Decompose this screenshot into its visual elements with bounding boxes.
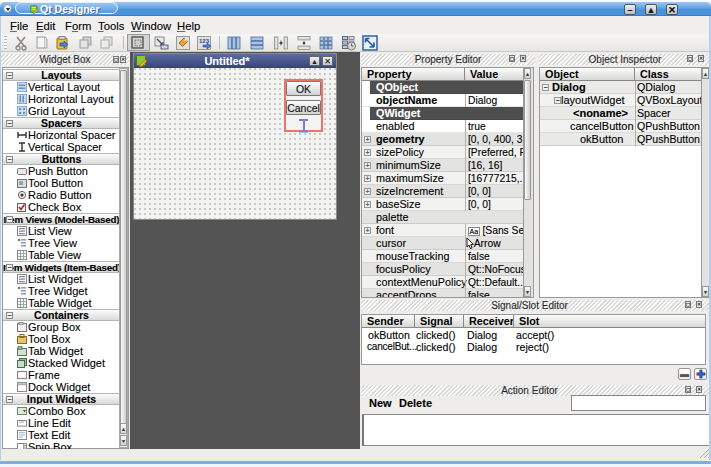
svg-text:123: 123 xyxy=(199,38,210,44)
